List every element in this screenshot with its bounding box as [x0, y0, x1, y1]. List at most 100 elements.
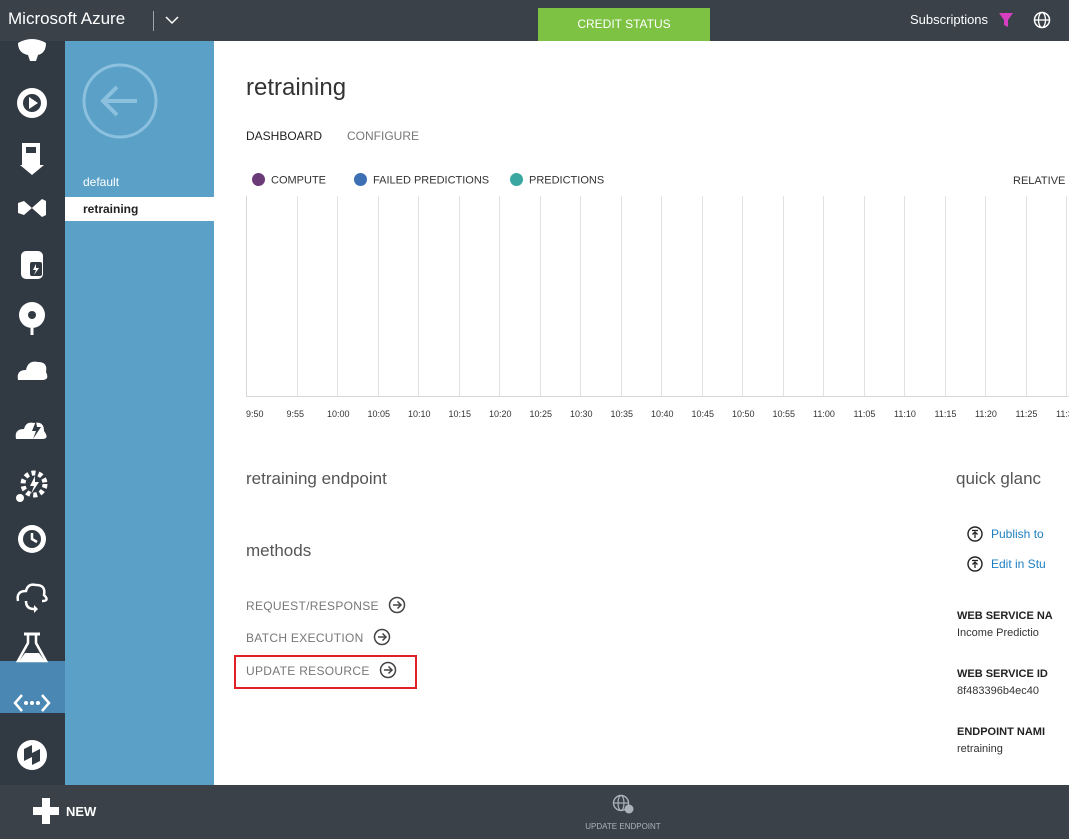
endpoint-subnav — [65, 41, 214, 785]
globe-icon[interactable] — [1033, 11, 1051, 29]
chart-gridline — [661, 196, 662, 396]
api-management-icon[interactable] — [12, 683, 52, 723]
scheduler-clock-icon[interactable] — [12, 519, 52, 559]
time-tick-label: 11:10 — [894, 409, 916, 419]
time-tick-label: 10:25 — [529, 409, 553, 419]
time-tick-label: 10:35 — [610, 409, 634, 419]
publish-link[interactable]: Publish to — [967, 526, 1044, 543]
media-services-icon[interactable] — [12, 83, 52, 123]
time-tick-label: 11:05 — [853, 409, 876, 419]
chart-gridline — [458, 196, 460, 396]
time-tick-label: 11:00 — [813, 409, 835, 419]
method-batch-execution[interactable]: BATCH EXECUTION — [246, 628, 391, 648]
storage-cache-icon[interactable] — [12, 244, 52, 284]
check-circle-icon — [510, 173, 523, 186]
page-title: retraining — [246, 74, 347, 101]
time-tick-label: 10:10 — [408, 409, 431, 419]
brand-divider — [153, 11, 154, 31]
filter-icon[interactable] — [998, 12, 1014, 28]
chart-gridline — [701, 196, 703, 396]
upload-circle-icon — [967, 526, 983, 542]
time-tick-label: 10:00 — [327, 409, 350, 419]
legend-failed-predictions[interactable]: FAILED PREDICTIONS — [354, 173, 490, 187]
tab-dashboard[interactable]: DASHBOARD — [246, 129, 322, 143]
metrics-chart — [246, 196, 1069, 397]
web-service-id-value: 8f483396b4ec40 — [957, 685, 1039, 697]
time-tick-label: 10:50 — [732, 409, 755, 419]
check-circle-icon — [354, 173, 367, 186]
visual-studio-icon[interactable] — [12, 191, 52, 231]
chart-gridline — [499, 196, 500, 396]
chart-gridline — [782, 196, 784, 396]
chart-gridline — [944, 196, 946, 396]
service-nav — [0, 39, 65, 785]
chart-gridline — [337, 196, 338, 396]
quick-glance-title: quick glanc — [956, 469, 1042, 488]
chart-gridline — [377, 196, 379, 396]
chart-gridline — [1025, 196, 1027, 396]
network-cloud-icon[interactable] — [12, 297, 52, 337]
arrow-right-circle-icon[interactable] — [388, 596, 406, 614]
chart-gridline — [418, 196, 419, 396]
chart-gridline — [1066, 196, 1067, 396]
time-tick-label: 11:25 — [1015, 409, 1038, 419]
web-service-name-label: WEB SERVICE NA — [957, 610, 1053, 622]
credit-status-button[interactable]: CREDIT STATUS — [538, 8, 710, 41]
time-tick-label: 10:40 — [651, 409, 674, 419]
time-tick-label: 10:05 — [367, 409, 391, 419]
time-tick-label: 11:15 — [934, 409, 957, 419]
time-tick-label: 10:15 — [448, 409, 472, 419]
top-bar: Microsoft Azure CREDIT STATUS Subscripti… — [0, 0, 1069, 41]
import-export-icon[interactable] — [12, 137, 52, 177]
update-endpoint-button[interactable]: UPDATE ENDPOINT — [573, 793, 673, 833]
chart-gridline — [904, 196, 905, 396]
plus-icon — [33, 798, 59, 824]
time-tick-label: 10:30 — [570, 409, 593, 419]
biztalk-services-icon[interactable] — [12, 735, 52, 775]
arrow-right-circle-icon[interactable] — [373, 628, 391, 646]
method-batch-execution-label: BATCH EXECUTION — [246, 631, 364, 646]
legend-predictions[interactable]: PREDICTIONS — [510, 173, 605, 187]
chart-gridline — [863, 196, 865, 396]
time-tick-label: 10:45 — [691, 409, 715, 419]
method-request-response[interactable]: REQUEST/RESPONSE — [246, 596, 406, 616]
endpoint-title: retraining endpoint — [246, 469, 387, 488]
tab-configure[interactable]: CONFIGURE — [347, 129, 419, 143]
new-button-label: NEW — [66, 804, 97, 819]
edit-in-studio-link[interactable]: Edit in Stu — [967, 556, 1046, 573]
publish-link-label: Publish to — [991, 527, 1044, 542]
automation-gear-icon[interactable] — [12, 466, 52, 506]
hdinsight-elephant-icon[interactable] — [12, 39, 52, 79]
endpoint-name-value: retraining — [957, 743, 1003, 755]
time-tick-label: 11:3 — [1056, 409, 1069, 419]
chart-gridline — [296, 196, 298, 396]
highlight-annotation — [234, 655, 417, 689]
recovery-cloud-icon[interactable] — [12, 575, 52, 615]
relative-toggle[interactable]: RELATIVE — [1013, 175, 1065, 187]
command-bar: NEW UPDATE ENDPOINT — [0, 785, 1069, 839]
subnav-item-retraining[interactable]: retraining — [65, 197, 214, 221]
method-request-response-label: REQUEST/RESPONSE — [246, 599, 379, 614]
cloud-services-icon[interactable] — [12, 350, 52, 390]
edit-in-studio-label: Edit in Stu — [991, 557, 1046, 572]
upload-circle-icon — [967, 556, 983, 572]
main-content: retraining DASHBOARD CONFIGURE COMPUTE F… — [214, 41, 1069, 785]
chart-gridline — [823, 196, 824, 396]
legend-predictions-label: PREDICTIONS — [529, 174, 605, 187]
time-tick-label: 9:55 — [286, 409, 305, 419]
chart-gridline — [580, 196, 581, 396]
subnav-item-default[interactable]: default — [65, 170, 214, 194]
mobile-services-icon[interactable] — [12, 407, 52, 447]
back-arrow-icon[interactable] — [81, 62, 159, 140]
chevron-down-icon[interactable] — [163, 10, 181, 30]
brand-title[interactable]: Microsoft Azure — [8, 9, 125, 29]
chart-gridline — [985, 196, 986, 396]
web-service-name-value: Income Predictio — [957, 627, 1039, 639]
subscriptions-link[interactable]: Subscriptions — [910, 12, 988, 27]
legend-compute-label: COMPUTE — [271, 174, 326, 187]
legend-compute[interactable]: COMPUTE — [252, 173, 326, 187]
legend-failed-predictions-label: FAILED PREDICTIONS — [373, 174, 490, 187]
machine-learning-flask-icon[interactable] — [12, 627, 52, 667]
globe-update-icon — [612, 794, 634, 814]
time-tick-label: 10:55 — [772, 409, 796, 419]
